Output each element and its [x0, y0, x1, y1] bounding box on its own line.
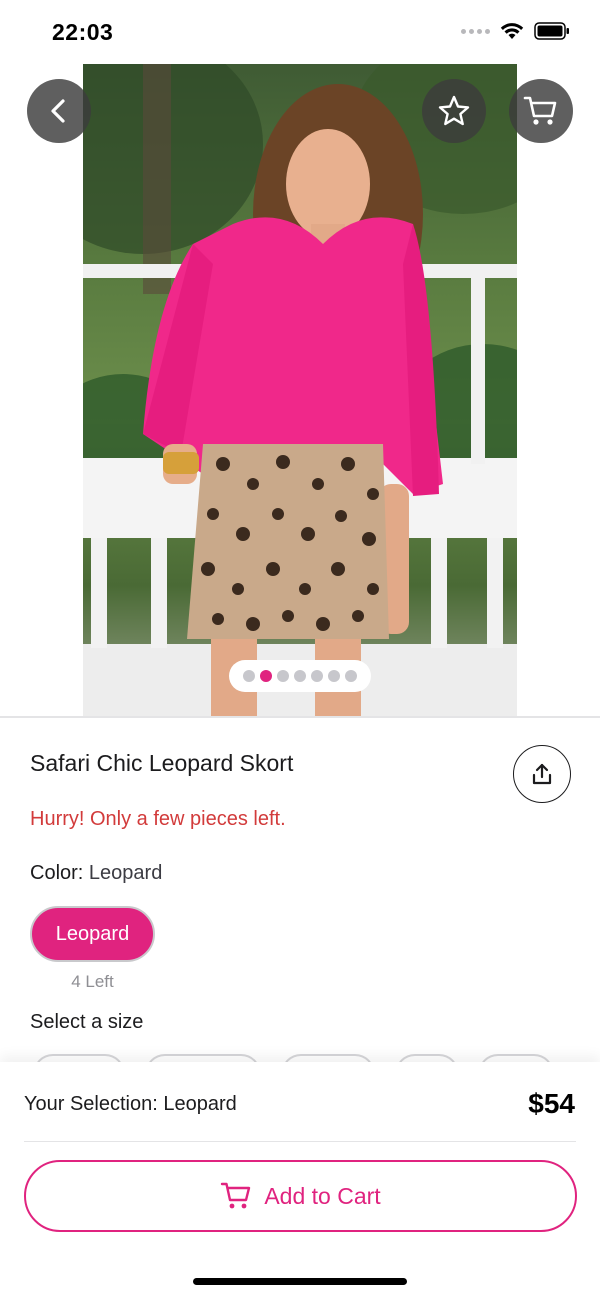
size-label: Select a size	[30, 1011, 144, 1033]
stock-count: 4 Left	[71, 972, 114, 991]
color-option-label: Leopard	[55, 922, 130, 945]
bottom-bar: Your Selection: Leopard $54 Add to Cart	[0, 1062, 600, 1299]
favorite-button[interactable]	[422, 79, 486, 143]
pager-dot[interactable]	[277, 670, 289, 682]
back-button[interactable]	[27, 79, 91, 143]
divider	[24, 1141, 576, 1142]
signal-icon	[461, 28, 490, 34]
pager-dot[interactable]	[345, 670, 357, 682]
pager-dot[interactable]	[243, 670, 255, 682]
selection-summary: Your Selection: Leopard	[24, 1093, 237, 1115]
cart-button[interactable]	[509, 79, 573, 143]
image-pager[interactable]	[229, 660, 371, 692]
share-button[interactable]	[513, 745, 571, 803]
status-bar: 22:03	[0, 0, 600, 64]
product-image-carousel[interactable]	[0, 64, 600, 716]
cart-icon	[523, 96, 557, 125]
pager-dot-active[interactable]	[260, 670, 272, 682]
status-icons	[461, 22, 570, 40]
wifi-icon	[500, 23, 524, 39]
add-cart-icon	[221, 1182, 251, 1209]
pager-dot[interactable]	[294, 670, 306, 682]
divider	[0, 716, 600, 718]
color-value: Leopard	[88, 862, 163, 884]
star-icon	[438, 95, 470, 126]
add-to-cart-label: Add to Cart	[264, 1182, 381, 1209]
price: $54	[528, 1088, 575, 1119]
status-time: 22:03	[52, 19, 114, 45]
product-photo	[83, 64, 517, 716]
color-label: Color:	[30, 862, 84, 884]
home-indicator[interactable]	[193, 1278, 407, 1285]
color-row: Color: Leopard	[30, 862, 162, 885]
battery-icon	[534, 22, 569, 40]
pager-dot[interactable]	[328, 670, 340, 682]
back-icon	[51, 99, 65, 123]
stock-warning: Hurry! Only a few pieces left.	[30, 808, 286, 830]
add-to-cart-button[interactable]: Add to Cart	[24, 1160, 577, 1232]
product-title: Safari Chic Leopard Skort	[30, 750, 294, 776]
share-icon	[532, 763, 552, 785]
color-option-leopard[interactable]: Leopard	[30, 906, 155, 962]
pager-dot[interactable]	[311, 670, 323, 682]
